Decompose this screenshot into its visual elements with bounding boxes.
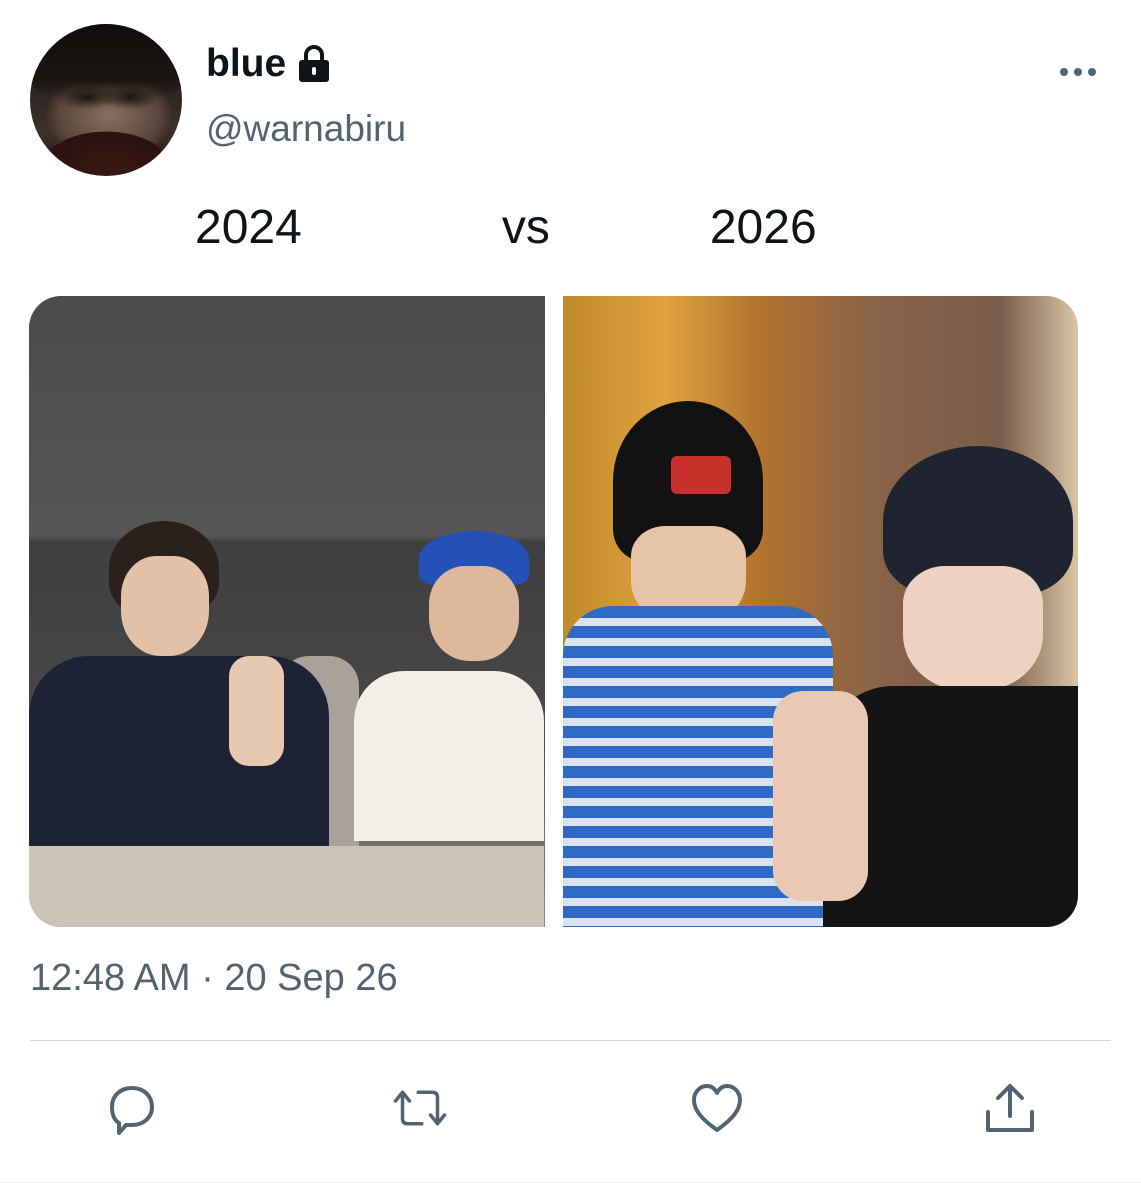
tweet-timestamp[interactable]: 12:48 AM · 20 Sep 26 [30,957,398,1000]
share-icon[interactable] [982,1080,1038,1136]
avatar-hair [30,24,182,98]
peace-sign-left [229,656,284,766]
retweet-icon[interactable] [392,1080,448,1136]
person-right-face [902,566,1043,691]
lock-icon [299,45,330,82]
beanie-logo [670,456,731,494]
like-icon[interactable] [689,1080,745,1136]
media-grid [29,296,1078,927]
person-right-shirt [354,671,544,841]
name-row: blue [206,40,332,88]
photo-2024[interactable] [29,296,545,927]
person-right-face [429,566,519,661]
person-left-face [121,556,209,656]
sofa-cushion [29,846,544,927]
divider [30,1040,1111,1041]
bottom-border [0,1182,1141,1183]
tweet-text: 2024 vs 2026 [195,201,817,254]
display-name[interactable]: blue [206,40,286,88]
photo-2026[interactable] [562,296,1078,927]
person-left-jersey [29,656,329,856]
user-handle[interactable]: @warnabiru [206,108,406,150]
action-bar [0,1080,1141,1140]
reply-icon[interactable] [104,1080,160,1136]
more-options-icon[interactable] [1058,60,1098,84]
avatar[interactable] [30,24,182,176]
peace-sign-right [772,691,868,901]
